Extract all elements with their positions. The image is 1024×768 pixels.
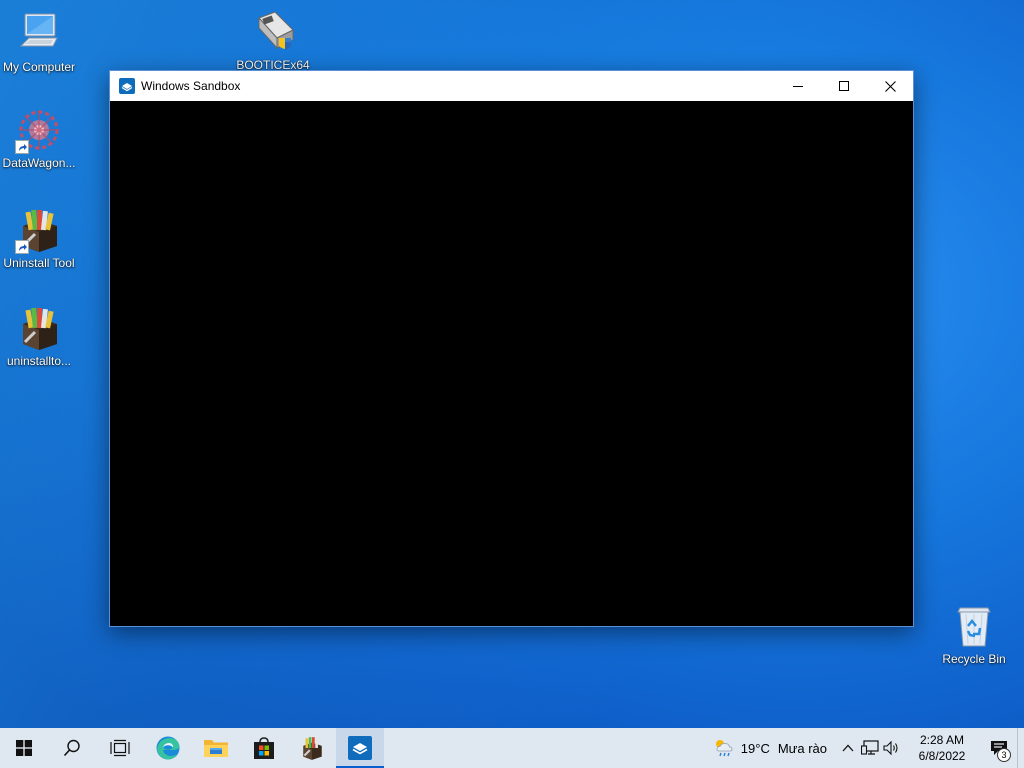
search-button[interactable] [48, 728, 96, 768]
desktop-icon-uninstall-tool[interactable]: Uninstall Tool [0, 206, 81, 270]
clock-date: 6/8/2022 [918, 749, 966, 763]
task-view-button[interactable] [96, 728, 144, 768]
edge-icon [156, 736, 180, 760]
clock-time: 2:28 AM [919, 733, 965, 747]
desktop-icon-label: Recycle Bin [942, 652, 1006, 666]
chevron-up-icon [842, 744, 854, 752]
close-icon [884, 80, 896, 92]
maximize-button[interactable] [821, 71, 867, 101]
taskbar-windows-sandbox[interactable] [336, 728, 384, 768]
desktop-icon-datawagon[interactable]: DataWagon... [0, 106, 81, 170]
shortcut-arrow-icon [15, 240, 29, 254]
windows-sandbox-icon [119, 78, 135, 94]
action-center-button[interactable]: 3 [981, 728, 1017, 768]
taskbar-file-explorer[interactable] [192, 728, 240, 768]
title-bar[interactable]: Windows Sandbox [110, 71, 913, 101]
taskbar: 19°C Mưa rào 2:28 AM 6/8/2022 3 [0, 728, 1024, 768]
store-icon [254, 737, 274, 759]
show-hidden-icons-button[interactable] [837, 728, 859, 768]
window-title: Windows Sandbox [141, 79, 241, 93]
desktop-icon-label: My Computer [2, 60, 76, 74]
taskbar-edge[interactable] [144, 728, 192, 768]
network-button[interactable] [859, 728, 881, 768]
close-button[interactable] [867, 71, 913, 101]
desktop-icon-booticex64[interactable]: BOOTICEx64 [231, 8, 315, 72]
windows-logo-icon [16, 740, 32, 756]
computer-icon [15, 10, 63, 58]
taskbar-uninstall-tool[interactable] [288, 728, 336, 768]
recycle-bin-icon [950, 602, 998, 650]
network-icon [861, 740, 879, 755]
datawagon-icon [15, 106, 63, 154]
task-view-icon [110, 739, 130, 757]
desktop-icon-recycle-bin[interactable]: Recycle Bin [932, 602, 1016, 666]
notification-count-badge: 3 [997, 748, 1011, 762]
speaker-icon [883, 740, 898, 756]
weather-widget[interactable]: 19°C Mưa rào [713, 738, 827, 758]
desktop-icon-label: Uninstall Tool [3, 256, 75, 270]
show-desktop-button[interactable] [1017, 728, 1024, 768]
uninstall-tool-icon [303, 737, 322, 760]
sandbox-viewport[interactable] [110, 101, 913, 626]
rain-showers-icon [715, 740, 733, 757]
booticex64-icon [249, 8, 297, 56]
system-tray: 19°C Mưa rào 2:28 AM 6/8/2022 3 [713, 728, 1024, 768]
uninstall-tool-icon [15, 206, 63, 254]
weather-condition: Mưa rào [777, 740, 827, 756]
uninstall-tool-icon [15, 304, 63, 352]
minimize-button[interactable] [775, 71, 821, 101]
desktop-icon-label: uninstallto... [6, 354, 72, 368]
search-icon [63, 739, 80, 757]
windows-sandbox-window[interactable]: Windows Sandbox [109, 70, 914, 627]
minimize-icon [793, 86, 803, 87]
maximize-icon [839, 81, 849, 91]
desktop-icon-my-computer[interactable]: My Computer [0, 10, 81, 74]
desktop-icon-label: DataWagon... [2, 156, 76, 170]
weather-temperature: 19°C [740, 740, 770, 756]
desktop-icon-uninstalltool-setup[interactable]: uninstallto... [0, 304, 81, 368]
clock[interactable]: 2:28 AM 6/8/2022 [911, 732, 973, 764]
start-button[interactable] [0, 728, 48, 768]
taskbar-microsoft-store[interactable] [240, 728, 288, 768]
shortcut-arrow-icon [15, 140, 29, 154]
folder-icon [204, 740, 228, 757]
windows-sandbox-icon [348, 736, 372, 760]
volume-button[interactable] [881, 728, 903, 768]
